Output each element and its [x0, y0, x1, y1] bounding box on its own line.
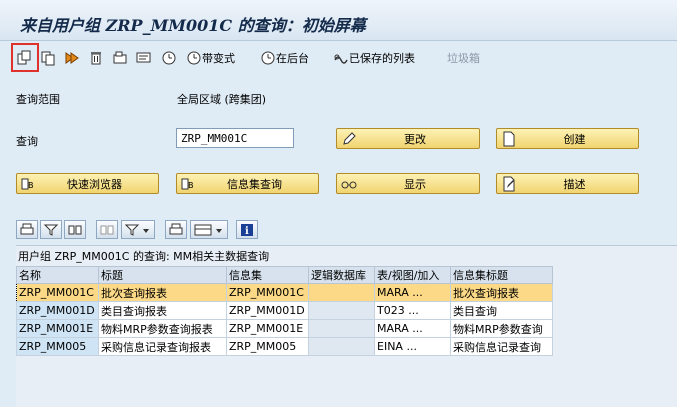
svg-text:B: B	[28, 181, 34, 190]
background-label: 在后台	[276, 52, 309, 65]
delete-icon[interactable]	[88, 47, 104, 69]
change-button[interactable]: 更改	[336, 128, 480, 149]
column-header-logical-db[interactable]: 逻辑数据库	[308, 266, 375, 284]
print-icon[interactable]	[16, 220, 38, 239]
display-button[interactable]: 显示	[336, 173, 480, 194]
cell-logical-db[interactable]	[308, 283, 375, 302]
infoset-query-icon: B	[181, 178, 194, 190]
svg-text:B: B	[188, 181, 194, 190]
cell-tables[interactable]: EINA ...	[374, 337, 451, 356]
cell-name[interactable]: ZRP_MM001C	[16, 283, 99, 302]
scope-value: 全局区域 (跨集团)	[177, 93, 267, 106]
saved-lists-button[interactable]: 已保存的列表	[333, 47, 415, 69]
cell-title[interactable]: 批次查询报表	[98, 283, 227, 302]
copy-icon[interactable]	[40, 47, 56, 69]
cell-infoset[interactable]: ZRP_MM001D	[226, 301, 309, 320]
description-button[interactable]: 描述	[496, 173, 639, 194]
find-icon[interactable]	[64, 220, 86, 239]
new-document-icon	[503, 131, 515, 147]
cell-infoset[interactable]: ZRP_MM001E	[226, 319, 309, 338]
cell-title[interactable]: 类目查询报表	[98, 301, 227, 320]
cell-tables[interactable]: T023 ...	[374, 301, 451, 320]
find-next-icon[interactable]	[96, 220, 118, 239]
quick-viewer-label: 快速浏览器	[67, 177, 122, 191]
create-label: 创建	[563, 132, 586, 146]
column-header-tables[interactable]: 表/视图/加入	[374, 266, 451, 284]
layout-dropdown-icon[interactable]	[190, 220, 228, 239]
column-header-infoset[interactable]: 信息集	[226, 266, 309, 284]
cell-infoset-title[interactable]: 物料MRP参数查询	[450, 319, 553, 338]
application-toolbar: 带变式 在后台 已保存的列表 垃圾箱	[0, 47, 677, 73]
cell-logical-db[interactable]	[308, 301, 375, 320]
document-edit-icon	[503, 176, 515, 192]
cell-infoset-title[interactable]: 采购信息记录查询	[450, 337, 553, 356]
transport-icon[interactable]	[112, 47, 128, 69]
pencil-icon	[343, 132, 356, 145]
background-button[interactable]: 在后台	[260, 47, 309, 69]
grid-title: 用户组 ZRP_MM001C 的查询: MM相关主数据查询	[18, 250, 270, 263]
cell-name[interactable]: ZRP_MM001E	[16, 319, 99, 338]
cell-tables[interactable]: MARA ...	[374, 319, 451, 338]
table-header-row: 名称 标题 信息集 逻辑数据库 表/视图/加入 信息集标题	[16, 266, 553, 284]
create-button[interactable]: 创建	[496, 128, 639, 149]
table-row[interactable]: ZRP_MM001C 批次查询报表 ZRP_MM001C MARA ... 批次…	[16, 283, 553, 302]
cell-infoset[interactable]: ZRP_MM005	[226, 337, 309, 356]
trash-label: 垃圾箱	[447, 52, 480, 65]
description-icon[interactable]	[136, 47, 152, 69]
cell-tables[interactable]: MARA ...	[374, 283, 451, 302]
description-label: 描述	[563, 177, 586, 191]
cell-title[interactable]: 采购信息记录查询报表	[98, 337, 227, 356]
title-bar: 来自用户组 ZRP_MM001C 的查询：初始屏幕	[0, 0, 677, 41]
saved-lists-label: 已保存的列表	[349, 52, 415, 65]
cell-infoset-title[interactable]: 批次查询报表	[450, 283, 553, 302]
table-row[interactable]: ZRP_MM001E 物料MRP参数查询报表 ZRP_MM001E MARA .…	[16, 319, 553, 338]
execute-with-variant-icon[interactable]	[161, 47, 177, 69]
column-header-infoset-title[interactable]: 信息集标题	[450, 266, 553, 284]
execute-icon[interactable]	[64, 47, 80, 69]
with-variant-button[interactable]: 带变式	[186, 47, 235, 69]
cell-infoset-title[interactable]: 类目查询	[450, 301, 553, 320]
table-row[interactable]: ZRP_MM001D 类目查询报表 ZRP_MM001D T023 ... 类目…	[16, 301, 553, 320]
scope-label: 查询范围	[16, 93, 60, 106]
cell-logical-db[interactable]	[308, 337, 375, 356]
svg-text:i: i	[245, 226, 249, 237]
query-label: 查询	[16, 135, 38, 148]
quick-viewer-icon: B	[21, 178, 34, 190]
column-header-title[interactable]: 标题	[98, 266, 227, 284]
query-grid: 用户组 ZRP_MM001C 的查询: MM相关主数据查询 名称 标题 信息集 …	[16, 245, 677, 407]
glasses-icon	[341, 181, 357, 189]
quick-viewer-button[interactable]: B 快速浏览器	[16, 173, 159, 194]
with-variant-label: 带变式	[202, 52, 235, 65]
filter-icon[interactable]	[40, 220, 62, 239]
cell-name[interactable]: ZRP_MM001D	[16, 301, 99, 320]
table-row[interactable]: ZRP_MM005 采购信息记录查询报表 ZRP_MM005 EINA ... …	[16, 337, 553, 356]
query-table: 名称 标题 信息集 逻辑数据库 表/视图/加入 信息集标题 ZRP_MM001C…	[16, 266, 553, 356]
trash-button[interactable]: 垃圾箱	[447, 47, 480, 69]
filter-dropdown-icon[interactable]	[121, 220, 155, 239]
column-header-name[interactable]: 名称	[16, 266, 99, 284]
cell-infoset[interactable]: ZRP_MM001C	[226, 283, 309, 302]
infoset-query-label: 信息集查询	[227, 177, 282, 191]
cell-name[interactable]: ZRP_MM005	[16, 337, 99, 356]
infoset-query-button[interactable]: B 信息集查询	[176, 173, 319, 194]
info-icon[interactable]: i	[236, 220, 258, 239]
change-label: 更改	[404, 132, 426, 146]
query-input[interactable]: ZRP_MM001C	[176, 128, 294, 148]
create-query-icon[interactable]	[16, 47, 32, 69]
display-label: 显示	[404, 177, 426, 191]
print-preview-icon[interactable]	[165, 220, 187, 239]
cell-logical-db[interactable]	[308, 319, 375, 338]
cell-title[interactable]: 物料MRP参数查询报表	[98, 319, 227, 338]
page-title: 来自用户组 ZRP_MM001C 的查询：初始屏幕	[20, 16, 366, 35]
